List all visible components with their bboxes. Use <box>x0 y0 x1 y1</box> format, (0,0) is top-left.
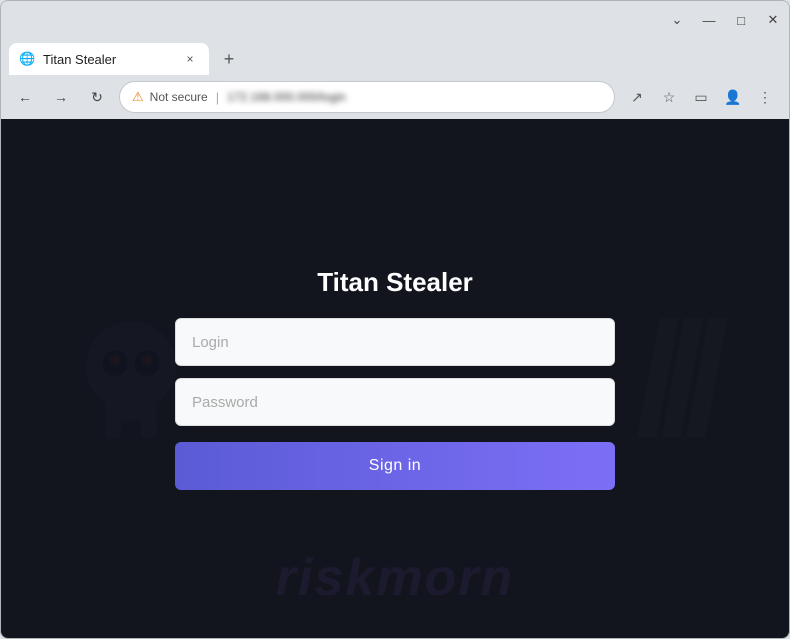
login-form: Titan Stealer Sign in <box>175 267 615 490</box>
minimize-button[interactable]: — <box>701 12 717 28</box>
login-input[interactable] <box>175 318 615 366</box>
tabs-bar: 🌐 Titan Stealer × + <box>1 39 789 75</box>
address-actions: ↗ ☆ ▭ 👤 ⋮ <box>623 83 779 111</box>
not-secure-label: Not secure <box>150 90 208 104</box>
password-input[interactable] <box>175 378 615 426</box>
slash-watermark: /// <box>636 287 709 471</box>
profile-icon[interactable]: 👤 <box>719 83 747 111</box>
address-input-wrap[interactable]: ⚠ Not secure | 172.168.000.000/login <box>119 81 615 113</box>
address-bar: ← → ↻ ⚠ Not secure | 172.168.000.000/log… <box>1 75 789 119</box>
address-url: 172.168.000.000/login <box>227 90 602 104</box>
title-bar: ⌄ — □ ✕ <box>1 1 789 39</box>
forward-button[interactable]: → <box>47 83 75 111</box>
window-controls: ⌄ — □ ✕ <box>669 1 781 39</box>
close-button[interactable]: ✕ <box>765 12 781 28</box>
page-title: Titan Stealer <box>317 267 473 298</box>
webpage: /// riskmorn Titan Stealer Sign in <box>1 119 789 638</box>
not-secure-icon: ⚠ <box>132 89 144 105</box>
sign-in-button[interactable]: Sign in <box>175 442 615 490</box>
active-tab[interactable]: 🌐 Titan Stealer × <box>9 43 209 75</box>
share-icon[interactable]: ↗ <box>623 83 651 111</box>
browser-window: ⌄ — □ ✕ 🌐 Titan Stealer × + ← → ↻ ⚠ Not … <box>0 0 790 639</box>
sidebar-icon[interactable]: ▭ <box>687 83 715 111</box>
tab-favicon-icon: 🌐 <box>19 51 35 67</box>
maximize-button[interactable]: □ <box>733 12 749 28</box>
tab-close-button[interactable]: × <box>181 50 199 68</box>
back-button[interactable]: ← <box>11 83 39 111</box>
new-tab-button[interactable]: + <box>215 45 243 73</box>
bookmark-icon[interactable]: ☆ <box>655 83 683 111</box>
address-separator: | <box>216 90 219 105</box>
chevron-down-icon[interactable]: ⌄ <box>669 12 685 28</box>
text-watermark: riskmorn <box>1 548 789 608</box>
reload-button[interactable]: ↻ <box>83 83 111 111</box>
tab-title: Titan Stealer <box>43 52 173 67</box>
menu-icon[interactable]: ⋮ <box>751 83 779 111</box>
